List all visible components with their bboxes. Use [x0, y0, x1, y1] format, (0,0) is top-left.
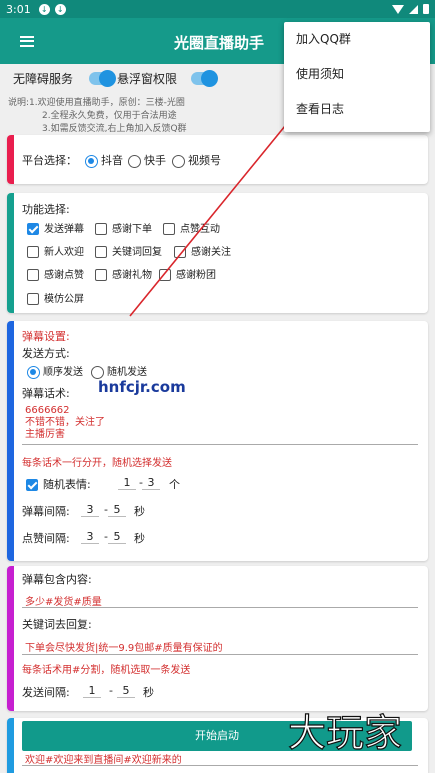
menu-item-join-qq-group[interactable]: 加入QQ群 — [284, 22, 430, 57]
overflow-menu: 加入QQ群 使用须知 查看日志 — [284, 22, 430, 132]
menu-item-usage-notice[interactable]: 使用须知 — [284, 57, 430, 92]
menu-item-view-log[interactable]: 查看日志 — [284, 92, 430, 127]
